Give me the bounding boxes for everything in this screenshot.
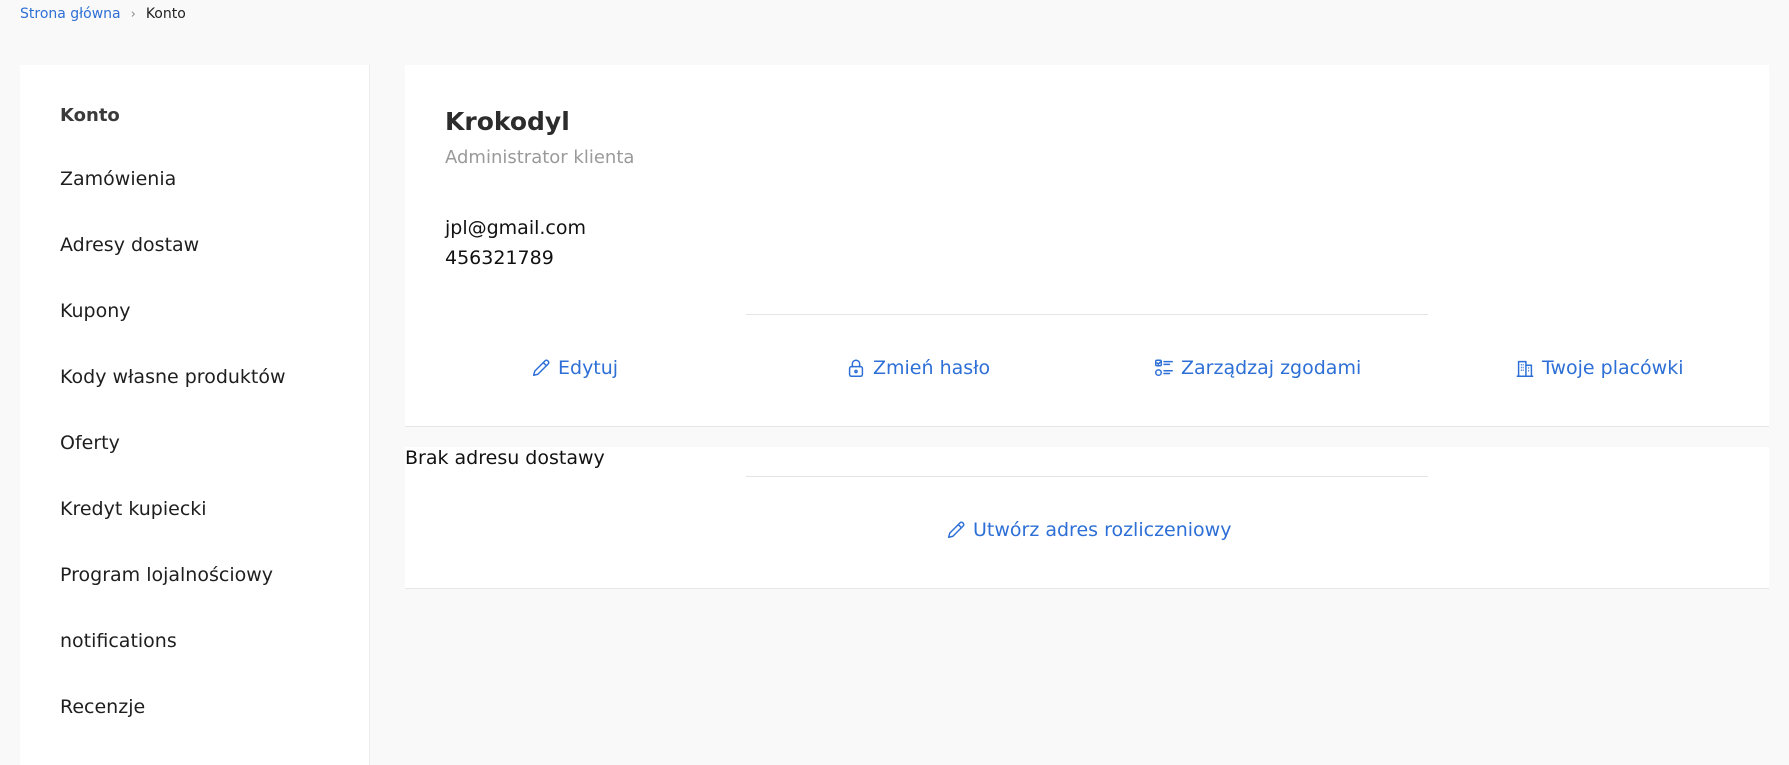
sidebar-item-oferty[interactable]: Oferty (60, 432, 120, 454)
sidebar: Konto Zamówienia Adresy dostaw Kupony Ko… (20, 65, 370, 765)
breadcrumb-home-link[interactable]: Strona główna (20, 6, 121, 22)
breadcrumb-current: Konto (145, 6, 186, 22)
account-role: Administrator klienta (445, 147, 635, 168)
account-phone: 456321789 (445, 247, 554, 269)
no-address-text: Brak adresu dostawy (405, 447, 605, 469)
edit-button[interactable]: Edytuj (530, 357, 618, 379)
lock-icon (848, 359, 864, 377)
account-divider (746, 314, 1428, 315)
sidebar-item-kredyt-kupiecki[interactable]: Kredyt kupiecki (60, 498, 207, 520)
building-icon (1516, 360, 1534, 377)
your-places-label: Twoje placówki (1542, 357, 1684, 379)
address-divider (746, 476, 1428, 477)
manage-consents-button[interactable]: Zarządzaj zgodami (1153, 357, 1361, 379)
account-email: jpl@gmail.com (445, 217, 587, 239)
breadcrumb: Strona główna › Konto (20, 6, 186, 22)
create-billing-address-label: Utwórz adres rozliczeniowy (973, 519, 1232, 541)
pencil-icon (947, 521, 965, 539)
breadcrumb-separator: › (130, 6, 136, 22)
sidebar-item-kody-wlasne[interactable]: Kody własne produktów (60, 366, 286, 388)
manage-consents-label: Zarządzaj zgodami (1181, 357, 1362, 379)
edit-button-label: Edytuj (558, 357, 619, 379)
sidebar-item-kupony[interactable]: Kupony (60, 300, 131, 322)
change-password-button[interactable]: Zmień hasło (845, 357, 990, 379)
pencil-icon (532, 359, 550, 377)
sidebar-item-recenzje[interactable]: Recenzje (60, 696, 145, 718)
sidebar-item-zamowienia[interactable]: Zamówienia (60, 168, 176, 190)
address-card: Brak adresu dostawy Utwórz adres rozlicz… (405, 447, 1769, 589)
create-billing-address-button[interactable]: Utwórz adres rozliczeniowy (945, 519, 1231, 541)
account-name: Krokodyl (445, 107, 570, 136)
change-password-label: Zmień hasło (873, 357, 991, 379)
account-card: Krokodyl Administrator klienta jpl@gmail… (405, 65, 1769, 427)
sidebar-item-program-lojalnosciowy[interactable]: Program lojalnościowy (60, 564, 273, 586)
sidebar-item-notifications[interactable]: notifications (60, 630, 177, 652)
checklist-icon (1155, 359, 1173, 377)
sidebar-item-konto[interactable]: Konto (60, 105, 120, 126)
your-places-button[interactable]: Twoje placówki (1514, 357, 1684, 379)
sidebar-item-adresy-dostaw[interactable]: Adresy dostaw (60, 234, 199, 256)
